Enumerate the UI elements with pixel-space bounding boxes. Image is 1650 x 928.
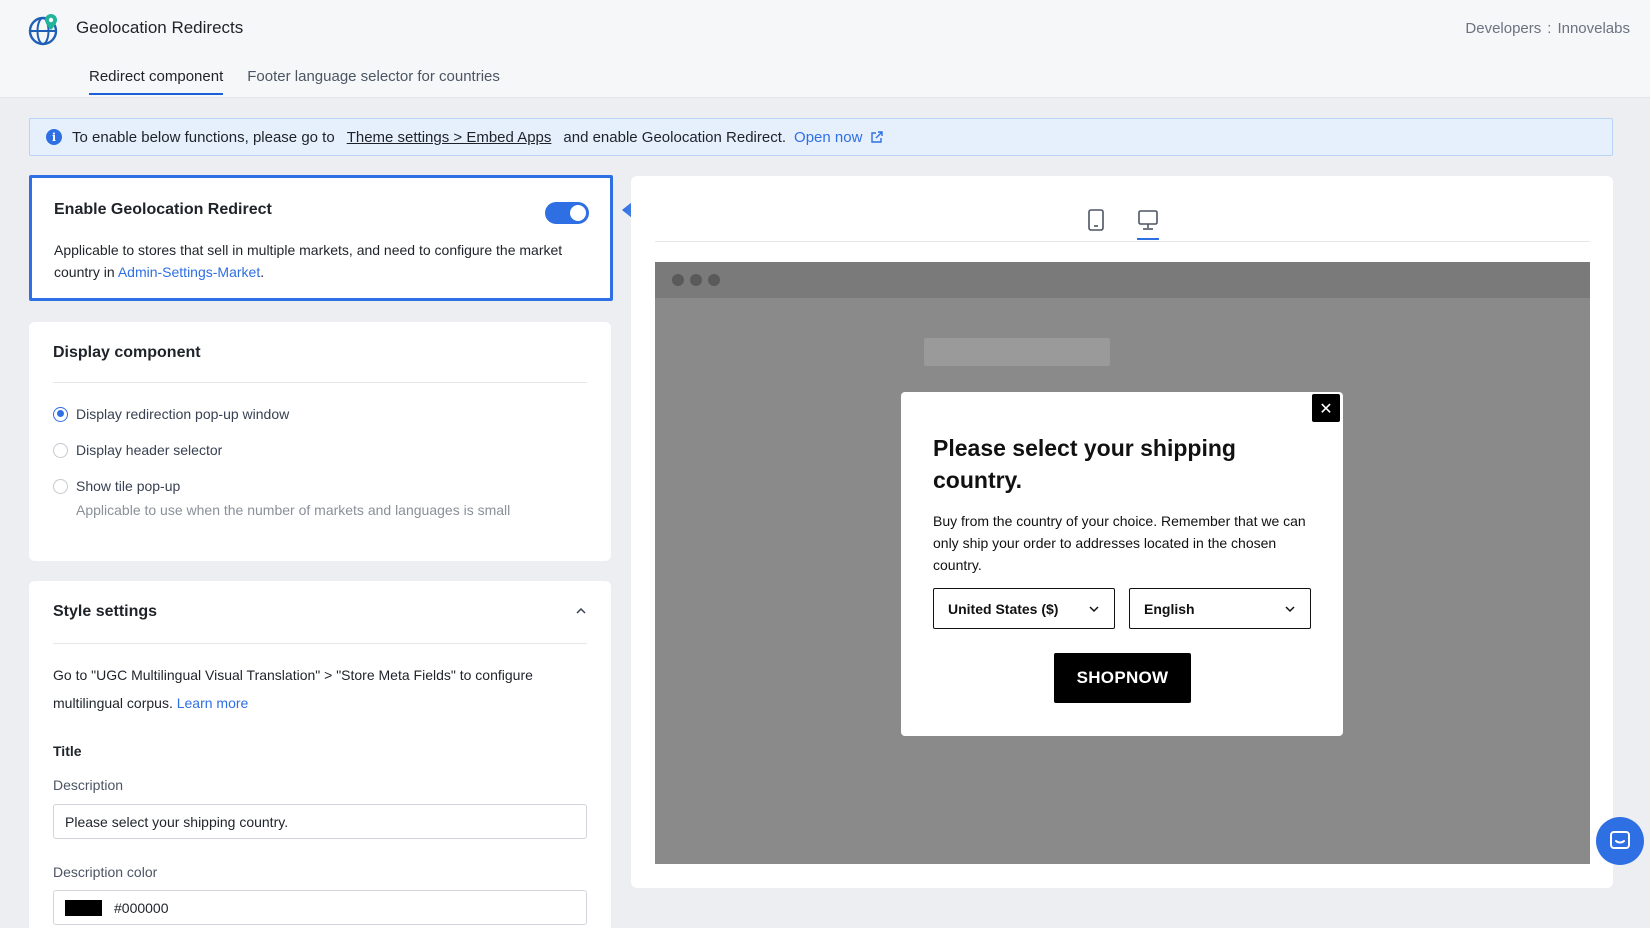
country-select-value: United States ($) [948, 600, 1059, 617]
tile-popup-hint: Applicable to use when the number of mar… [76, 502, 511, 518]
learn-more-link[interactable]: Learn more [177, 695, 249, 711]
radio-redirection-popup[interactable]: Display redirection pop-up window [53, 406, 289, 422]
globe-pin-logo-icon [28, 14, 58, 46]
open-now-label[interactable]: Open now [794, 129, 862, 146]
enable-redirect-description: Applicable to stores that sell in multip… [54, 239, 594, 283]
enable-redirect-card: Enable Geolocation Redirect Applicable t… [29, 175, 613, 301]
toggle-knob [570, 205, 586, 221]
developer-name[interactable]: Innovelabs [1557, 20, 1630, 37]
display-component-card: Display component Display redirection po… [29, 322, 611, 561]
browser-preview: ✕ Please select your shipping country. B… [655, 262, 1590, 864]
window-dot [672, 274, 684, 286]
enable-redirect-toggle[interactable] [545, 202, 589, 224]
chevron-up-icon[interactable] [575, 605, 587, 617]
theme-settings-link[interactable]: Theme settings > Embed Apps [347, 129, 552, 146]
title-section-label: Title [53, 743, 82, 759]
tab-bar: Redirect component Footer language selec… [89, 68, 500, 95]
window-dot [690, 274, 702, 286]
divider [53, 382, 587, 383]
tab-redirect-component[interactable]: Redirect component [89, 68, 224, 95]
radio-icon[interactable] [53, 442, 68, 458]
info-icon: i [46, 129, 62, 145]
radio-tile-popup[interactable]: Show tile pop-up [53, 478, 180, 494]
radio-header-selector[interactable]: Display header selector [53, 442, 222, 458]
description-input[interactable]: Please select your shipping country. [53, 804, 587, 839]
language-select[interactable]: English [1129, 588, 1311, 629]
desktop-device-icon[interactable] [1137, 207, 1159, 233]
top-bar: Geolocation Redirects Developers: Innovel… [0, 0, 1650, 98]
mobile-device-icon[interactable] [1085, 207, 1107, 233]
radio-label: Display redirection pop-up window [76, 406, 290, 422]
admin-settings-market-link[interactable]: Admin-Settings-Market [118, 264, 260, 280]
chevron-down-icon [1285, 605, 1295, 612]
divider [53, 643, 587, 644]
radio-label: Display header selector [76, 442, 223, 458]
language-select-value: English [1144, 600, 1195, 617]
active-device-indicator [1137, 238, 1159, 240]
style-settings-description: Go to "UGC Multilingual Visual Translati… [53, 661, 573, 717]
separator: : [1547, 20, 1552, 37]
banner-suffix: and enable Geolocation Redirect. [563, 128, 787, 146]
chat-icon [1610, 831, 1630, 849]
close-icon[interactable]: ✕ [1312, 394, 1340, 422]
radio-checked-icon[interactable] [53, 406, 68, 422]
developers-label[interactable]: Developers [1465, 20, 1541, 37]
style-desc-text: Go to "UGC Multilingual Visual Translati… [53, 667, 533, 711]
style-settings-card: Style settings Go to "UGC Multilingual V… [29, 581, 611, 928]
info-banner: i To enable below functions, please go t… [29, 118, 1613, 156]
developer-info: Developers: Innovelabs [1465, 20, 1630, 37]
radio-icon[interactable] [53, 478, 68, 494]
country-select[interactable]: United States ($) [933, 588, 1115, 629]
open-now-link[interactable]: Open now [794, 129, 884, 146]
description-color-label: Description color [53, 864, 158, 880]
popup-description: Buy from the country of your choice. Rem… [933, 513, 1306, 573]
redirect-popup: ✕ Please select your shipping country. B… [901, 392, 1343, 736]
chevron-down-icon [1089, 605, 1099, 612]
app-title: Geolocation Redirects [76, 18, 244, 37]
placeholder-block [924, 338, 1110, 366]
popup-title: Please select your shipping country. [933, 435, 1236, 493]
chat-support-button[interactable] [1596, 817, 1644, 865]
tab-footer-language-selector[interactable]: Footer language selector for countries [247, 68, 500, 95]
shop-now-button[interactable]: SHOPNOW [1054, 653, 1191, 703]
enable-redirect-title: Enable Geolocation Redirect [54, 201, 272, 218]
display-component-title: Display component [53, 344, 201, 361]
color-swatch[interactable] [65, 899, 102, 916]
browser-titlebar [655, 262, 1590, 298]
description-color-input[interactable]: #000000 [53, 890, 587, 925]
window-dot [708, 274, 720, 286]
color-hex-value: #000000 [114, 899, 169, 916]
radio-label: Show tile pop-up [76, 478, 181, 494]
enable-desc-suffix: . [260, 264, 265, 280]
description-label: Description [53, 777, 124, 793]
external-link-icon [871, 130, 884, 143]
divider [655, 241, 1590, 242]
banner-prefix: To enable below functions, please go to [72, 128, 335, 146]
style-settings-title: Style settings [53, 603, 158, 620]
